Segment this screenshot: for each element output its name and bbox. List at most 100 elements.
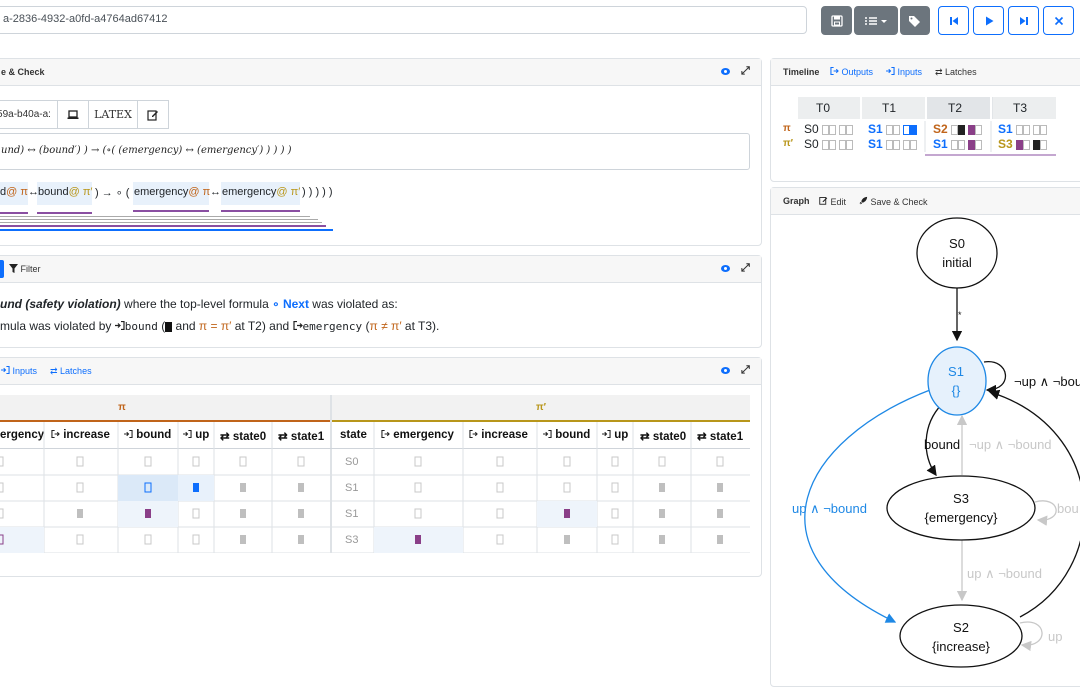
output-icon [292,320,303,331]
subformula-emergency-pi2[interactable]: emergency@ π′ [221,182,300,205]
violation-text: ( [362,319,370,333]
timeline-cell[interactable]: S3 [998,137,1048,151]
latex-label: LATEX [94,108,132,121]
tab-label: Latches [60,366,92,376]
violation-panel-header: Filter ⤢ [0,256,761,283]
tab-label: Inputs [12,366,38,376]
graph-panel-header: Graph Edit Save & Check [771,188,1080,215]
tab-inputs[interactable]: Inputs [1,365,38,376]
state-label: S1 [868,137,883,151]
laptop-button[interactable] [57,100,89,129]
node-s2[interactable] [899,604,1023,668]
node-s3-sub: {emergency} [925,510,999,525]
edge-label: up ∧ ¬bound [792,501,867,516]
timeline-cell[interactable]: S1 [933,137,983,151]
edit-label: Edit [830,197,847,207]
node-s1-id: S1 [948,364,964,379]
tab-latches[interactable]: ⇄ Latches [50,366,92,377]
edge-label: up ∧ ¬bound [967,566,1042,581]
skip-back-icon [949,16,958,25]
edge-s3-self[interactable] [1034,500,1057,526]
edge-label: bou [1057,501,1079,516]
toggle-button[interactable] [0,260,4,278]
state-label: S3 [998,137,1013,151]
state-label: S0 [804,122,819,136]
trace-values [0,456,724,545]
violation-text: at T2) and [231,319,293,333]
output-icon [830,66,839,76]
trace-pi2-label: π′ [535,402,547,413]
timeline-title: Timeline [783,67,820,77]
violation-summary-line2: mula was violated by bound ( and π = π′ … [0,319,439,333]
edge-s1-self[interactable] [983,361,1007,396]
timeline-cell[interactable]: S1 [868,122,918,136]
formula-text: und) ↔ (bound′) ) → (∘( (emergency) ↔ (e… [1,145,292,156]
save-button[interactable] [821,6,852,35]
filter-button[interactable]: Filter [9,264,41,274]
trace-relation: π ≠ π′ [369,319,402,333]
tab-latches[interactable]: ⇄ Latches [935,67,977,78]
expand-icon[interactable]: ⤢ [741,65,750,78]
close-button[interactable] [1043,6,1074,35]
edge-s2-self[interactable] [1019,621,1043,652]
view-options-dropdown[interactable] [854,6,898,35]
formula-tab-id[interactable]: 59a-b40a-a: [0,100,58,129]
skip-forward-button[interactable] [1008,6,1039,35]
violation-summary-line1: und (safety violation) where the top-lev… [0,297,398,311]
latex-button[interactable]: LATEX [88,100,138,129]
node-s3-id: S3 [953,491,969,506]
tab-label: Inputs [897,67,923,77]
timeline-cell[interactable]: S2 [933,122,983,136]
state-graph: S0 initial S1 {} S3 {emergency} S2 {incr… [792,217,1080,668]
edit-formula-button[interactable] [137,100,169,129]
edge-label: ¬up ∧ ¬bound [1014,374,1080,389]
skip-back-button[interactable] [938,6,969,35]
violation-underline [133,210,209,212]
tab-inputs[interactable]: Inputs [886,66,923,77]
node-s1[interactable] [927,346,987,416]
formula-display: und) ↔ (bound′) ) → (∘( (emergency) ↔ (e… [0,133,750,170]
eye-icon[interactable] [721,265,730,272]
play-icon [985,16,993,25]
timeline-panel-header: Timeline Outputs Inputs ⇄ Latches [771,59,1080,86]
list-dropdown-icon [865,16,887,25]
expand-icon[interactable]: ⤢ [741,262,750,275]
rocket-icon [859,196,868,205]
timeline-cell[interactable]: S1 [998,122,1048,136]
trace-tag: @ π′ [276,186,301,198]
node-s2-id: S2 [953,620,969,635]
skip-forward-icon [1019,16,1028,25]
violation-text: at T3). [401,319,440,333]
play-button[interactable] [973,6,1004,35]
tab-outputs[interactable]: Outputs [830,66,874,77]
trace-tag: @ π [6,186,28,198]
subformula-bound-pi[interactable]: d@ π [0,182,28,205]
edge-label: up [1048,629,1062,644]
eye-icon[interactable] [721,367,730,374]
timeline-cell[interactable]: S0 [804,122,854,136]
input-icon [886,66,895,76]
expand-icon[interactable]: ⤢ [741,364,750,377]
top-level-underline [0,229,333,231]
node-s1-sub: {} [952,383,961,398]
subformula-bound-pi2[interactable]: bound@ π′ [37,182,92,205]
tags-button[interactable] [900,6,930,35]
variable-name: bound [124,320,158,333]
edge-label: bound [924,437,960,452]
filter-label: Filter [20,264,41,274]
formula-panel-title: e & Check [1,67,45,77]
graph-save-check-button[interactable]: Save & Check [859,196,928,207]
save-check-label: Save & Check [870,197,928,207]
subformula-text: emergency [134,186,189,198]
tab-label: Outputs [841,67,874,77]
graph-edit-button[interactable]: Edit [819,196,846,207]
next-operator-link[interactable]: ∘ Next [272,297,309,311]
node-s0[interactable] [916,217,998,289]
timeline-cell[interactable]: S1 [868,137,918,151]
eye-icon[interactable] [721,68,730,75]
violation-type: und (safety violation) [0,297,121,311]
spec-id-field[interactable]: a-2836-4932-a0fd-a4764ad67412 [0,6,807,34]
timeline-cell[interactable]: S0 [804,137,854,151]
node-s3[interactable] [886,475,1036,541]
subformula-emergency-pi[interactable]: emergency@ π [133,182,210,205]
